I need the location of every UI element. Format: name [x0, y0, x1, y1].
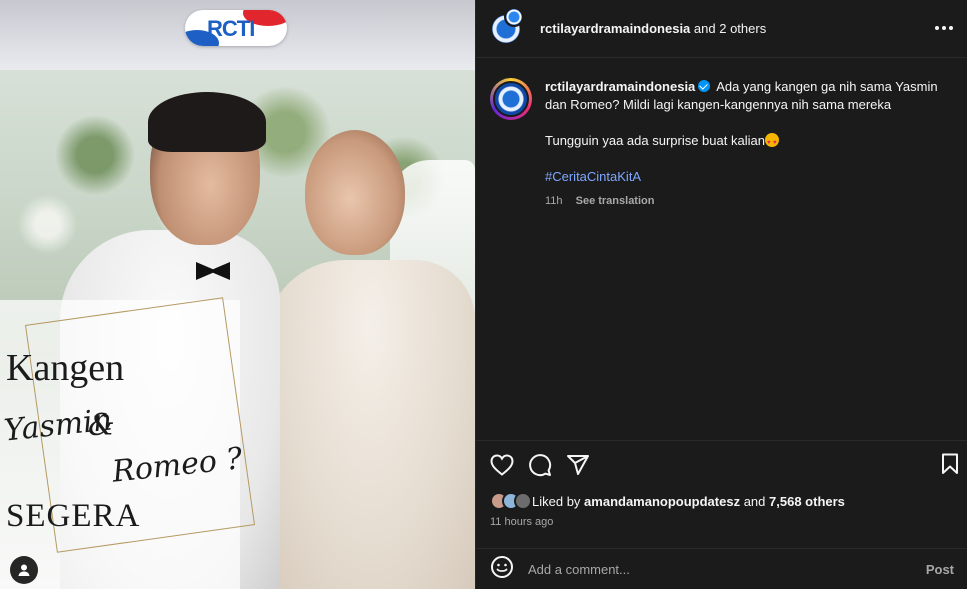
- header-accounts: rctilayardramaindonesia and 2 others: [540, 21, 766, 36]
- see-translation-button[interactable]: See translation: [576, 195, 655, 207]
- caption-text-2: Tungguin yaa ada surprise buat kalian: [545, 133, 765, 148]
- caption-avatar[interactable]: [490, 78, 532, 120]
- bookmark-icon[interactable]: [940, 453, 960, 475]
- bride-figure: [305, 130, 405, 255]
- post-modal: Kangen Yasmin & Romeo ? SEGERA RCTI rcti…: [0, 0, 967, 589]
- post-button[interactable]: Post: [926, 562, 954, 577]
- emoji-icon[interactable]: [490, 555, 514, 584]
- action-bar: [476, 440, 967, 490]
- heart-icon[interactable]: [490, 454, 514, 476]
- likes-prefix: Liked by: [532, 493, 581, 509]
- share-icon[interactable]: [566, 454, 590, 476]
- heart-eyes-emoji-icon: [764, 133, 779, 152]
- caption: rctilayardramaindonesia Ada yang kangen …: [490, 78, 950, 210]
- likes-user[interactable]: amandamanopoupdatesz: [584, 494, 740, 509]
- user-icon[interactable]: [10, 556, 38, 584]
- comment-icon[interactable]: [528, 453, 552, 477]
- post-image[interactable]: Kangen Yasmin & Romeo ? SEGERA RCTI: [0, 0, 475, 589]
- likes-and: and: [743, 493, 766, 509]
- bride-gown: [265, 260, 475, 589]
- caption-username[interactable]: rctilayardramaindonesia: [545, 79, 695, 94]
- post-header: rctilayardramaindonesia and 2 others: [476, 0, 967, 58]
- caption-time[interactable]: 11h: [545, 195, 563, 207]
- post-panel: rctilayardramaindonesia and 2 others rct…: [475, 0, 967, 589]
- overlay-segera: SEGERA: [6, 498, 141, 534]
- avatar[interactable]: [490, 6, 524, 45]
- groom-hair: [148, 92, 266, 152]
- overlay-ampersand: &: [88, 408, 115, 443]
- header-others[interactable]: and 2 others: [694, 21, 766, 36]
- likes-summary: Liked by amandamanopoupdatesz and 7,568 …: [490, 492, 845, 510]
- liker-avatars: [490, 492, 532, 510]
- rcti-logo: RCTI: [185, 10, 287, 46]
- verified-icon: [698, 80, 711, 92]
- overlay-kangen: Kangen: [6, 347, 125, 389]
- likes-count[interactable]: 7,568 others: [769, 494, 845, 509]
- more-horizontal-icon[interactable]: [932, 18, 956, 38]
- caption-body: rctilayardramaindonesia Ada yang kangen …: [545, 78, 945, 210]
- comment-input[interactable]: [528, 561, 926, 577]
- comment-bar: Post: [476, 548, 967, 589]
- hashtag-link[interactable]: #CeritaCintaKitA: [545, 169, 641, 184]
- post-timestamp[interactable]: 11 hours ago: [490, 516, 553, 528]
- header-username[interactable]: rctilayardramaindonesia: [540, 21, 690, 36]
